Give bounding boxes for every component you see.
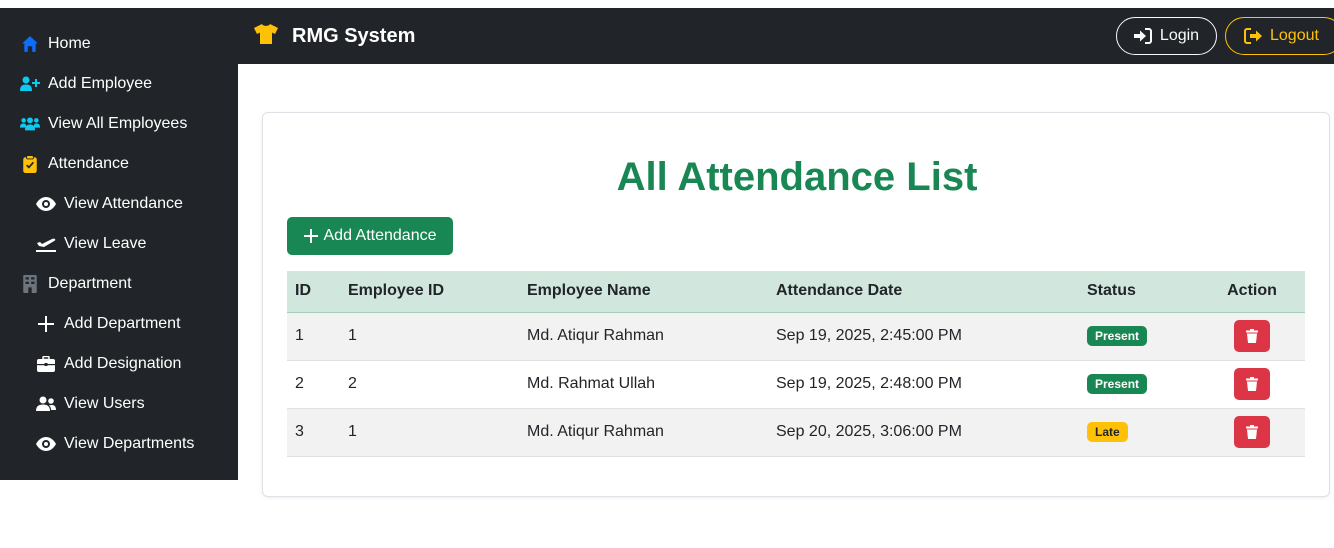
sidebar-item-label: View All Employees [48, 115, 188, 132]
sidebar-item-home[interactable]: Home [0, 24, 238, 64]
cell-employee-id: 1 [340, 312, 519, 361]
cell-employee-name: Md. Atiqur Rahman [519, 408, 768, 457]
column-header-id[interactable]: ID [287, 271, 340, 313]
cell-attendance-date: Sep 19, 2025, 2:45:00 PM [768, 312, 1079, 361]
status-badge: Present [1087, 326, 1148, 346]
cell-employee-id: 2 [340, 360, 519, 409]
sidebar-item-view-departments[interactable]: View Departments [0, 424, 238, 464]
delete-button[interactable] [1234, 320, 1270, 352]
sidebar-item-label: Attendance [48, 155, 129, 172]
delete-button[interactable] [1234, 368, 1270, 400]
page-title: All Attendance List [616, 155, 978, 199]
sidebar-item-label: Home [48, 35, 91, 52]
cell-employee-id: 1 [340, 408, 519, 457]
login-label: Login [1159, 27, 1200, 44]
cell-status: Present [1079, 312, 1199, 361]
sidebar-item-label: Add Department [64, 315, 181, 332]
trash-icon [1246, 425, 1258, 439]
cell-action [1199, 360, 1305, 409]
shirt-icon [254, 24, 278, 48]
sidebar-item-view-all-employees[interactable]: View All Employees [0, 104, 238, 144]
sidebar-item-attendance[interactable]: Attendance [0, 144, 238, 184]
attendance-table: ID Employee ID Employee Name Attendance … [287, 271, 1305, 457]
cell-id: 1 [287, 312, 340, 361]
login-button[interactable]: Login [1116, 17, 1217, 55]
add-attendance-label: Add Attendance [323, 227, 437, 244]
trash-icon [1246, 329, 1258, 343]
sidebar-item-view-attendance[interactable]: View Attendance [0, 184, 238, 224]
cell-employee-name: Md. Atiqur Rahman [519, 312, 768, 361]
eye-icon [36, 434, 56, 454]
brand-title: RMG System [292, 24, 416, 47]
brand[interactable]: RMG System [254, 24, 415, 48]
cell-id: 3 [287, 408, 340, 457]
sidebar-item-view-users[interactable]: View Users [0, 384, 238, 424]
table-row: 3 1 Md. Atiqur Rahman Sep 20, 2025, 3:06… [287, 408, 1305, 457]
cell-action [1199, 312, 1305, 361]
clipboard-check-icon [20, 154, 40, 174]
status-badge: Late [1087, 422, 1128, 442]
cell-employee-name: Md. Rahmat Ullah [519, 360, 768, 409]
cell-action [1199, 408, 1305, 457]
column-header-status[interactable]: Status [1079, 271, 1199, 313]
cell-attendance-date: Sep 19, 2025, 2:48:00 PM [768, 360, 1079, 409]
trash-icon [1246, 377, 1258, 391]
top-strip [0, 0, 1334, 8]
cell-status: Present [1079, 360, 1199, 409]
table-row: 1 1 Md. Atiqur Rahman Sep 19, 2025, 2:45… [287, 312, 1305, 361]
user-plus-icon [20, 74, 40, 94]
sign-in-icon [1133, 28, 1152, 44]
cell-attendance-date: Sep 20, 2025, 3:06:00 PM [768, 408, 1079, 457]
sidebar-item-label: View Departments [64, 435, 195, 452]
sidebar-item-label: View Attendance [64, 195, 183, 212]
users-icon [20, 114, 40, 134]
cell-id: 2 [287, 360, 340, 409]
sidebar-item-department[interactable]: Department [0, 264, 238, 304]
logout-label: Logout [1270, 27, 1319, 44]
plus-icon [36, 314, 56, 334]
table-header-row: ID Employee ID Employee Name Attendance … [287, 271, 1305, 313]
sidebar-item-label: Add Designation [64, 355, 182, 372]
home-icon [20, 34, 40, 54]
eye-icon [36, 194, 56, 214]
column-header-attendance-date[interactable]: Attendance Date [768, 271, 1079, 313]
table-row: 2 2 Md. Rahmat Ullah Sep 19, 2025, 2:48:… [287, 360, 1305, 409]
sidebar-item-add-designation[interactable]: Add Designation [0, 344, 238, 384]
sidebar-item-label: Department [48, 275, 132, 292]
users-icon [36, 394, 56, 414]
add-attendance-button[interactable]: Add Attendance [287, 217, 453, 255]
delete-button[interactable] [1234, 416, 1270, 448]
status-badge: Present [1087, 374, 1148, 394]
sign-out-icon [1244, 28, 1262, 44]
attendance-card: All Attendance List Add Attendance ID Em… [262, 112, 1330, 497]
building-icon [20, 274, 40, 294]
briefcase-icon [36, 354, 56, 374]
sidebar-item-label: View Leave [64, 235, 147, 252]
sidebar-item-add-department[interactable]: Add Department [0, 304, 238, 344]
sidebar: Home Add Employee View All Employees Att… [0, 8, 238, 480]
column-header-employee-name[interactable]: Employee Name [519, 271, 768, 313]
sidebar-item-view-leave[interactable]: View Leave [0, 224, 238, 264]
cell-status: Late [1079, 408, 1199, 457]
column-header-employee-id[interactable]: Employee ID [340, 271, 519, 313]
column-header-action: Action [1199, 271, 1305, 313]
logout-button[interactable]: Logout [1225, 17, 1334, 55]
top-navbar: RMG System Login Logout [238, 8, 1334, 64]
sidebar-item-label: Add Employee [48, 75, 153, 92]
plane-departure-icon [36, 234, 56, 254]
sidebar-item-label: View Users [64, 395, 145, 412]
plus-icon [303, 229, 318, 243]
sidebar-item-add-employee[interactable]: Add Employee [0, 64, 238, 104]
